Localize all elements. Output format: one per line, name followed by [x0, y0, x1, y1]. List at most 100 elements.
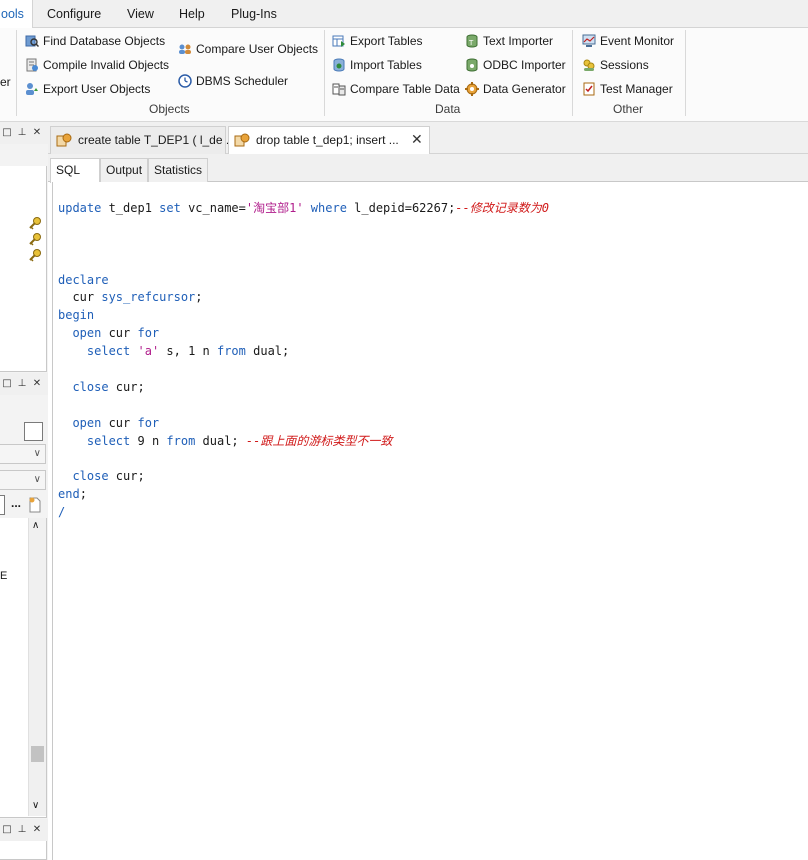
code-line: open cur for	[58, 325, 549, 343]
code-line: ​	[58, 218, 549, 236]
code-token: ;	[79, 487, 87, 502]
compile-icon	[26, 58, 38, 72]
scroll-down-icon[interactable]: ∨	[32, 800, 39, 811]
key-icon	[29, 249, 41, 262]
scroll-thumb[interactable]	[31, 746, 44, 762]
sql-editor[interactable]: update t_dep1 set vc_name='淘宝部1' where l…	[52, 182, 808, 860]
code-token: t_dep1	[101, 201, 160, 215]
code-token: set	[159, 201, 181, 215]
code-token: for	[137, 326, 160, 341]
panel-header: □ ⊥ ✕	[0, 819, 48, 841]
code-token: cur	[101, 415, 138, 430]
tab-plug-ins[interactable]: Plug-Ins	[231, 0, 277, 28]
code-line: update t_dep1 set vc_name='淘宝部1' where l…	[58, 200, 549, 218]
ribbon-separator	[324, 30, 325, 116]
code-token: cur	[101, 326, 138, 341]
panel-pin-button[interactable]: ⊥	[16, 126, 28, 139]
code-token: close	[72, 379, 109, 394]
code-token: --跟上面的游标类型不一致	[245, 433, 393, 448]
key-icon	[29, 217, 41, 230]
export-user-objects-label: Export User Objects	[43, 82, 151, 96]
code-line: ​	[58, 361, 549, 379]
code-token: vc_name=	[180, 201, 246, 215]
search-field[interactable]	[0, 495, 5, 515]
code-token: open	[72, 415, 102, 430]
tab-statistics[interactable]: Statistics	[148, 158, 209, 182]
event-monitor-icon	[582, 34, 596, 47]
new-file-icon[interactable]	[28, 497, 42, 513]
code-token: from	[166, 433, 196, 448]
panel-close-button[interactable]: ✕	[31, 377, 43, 390]
text-importer-label: Text Importer	[483, 34, 554, 48]
panel-close-button[interactable]: ✕	[31, 126, 43, 139]
code-token: update	[58, 201, 102, 215]
chevron-down-icon: ∨	[33, 474, 41, 485]
compile-invalid-objects-label: Compile Invalid Objects	[43, 58, 170, 72]
ribbon-tab-bar: ools Configure View Help Plug-Ins	[0, 0, 808, 29]
panel-close-button[interactable]: ✕	[31, 823, 43, 836]
sessions-icon	[583, 59, 595, 71]
code-line: close cur;	[58, 379, 549, 397]
panel-header: □ ⊥ ✕	[0, 122, 48, 144]
sessions-label: Sessions	[600, 58, 649, 72]
test-manager-icon	[583, 82, 595, 96]
code-token: end	[58, 487, 80, 502]
code-token: ;	[195, 290, 203, 305]
tab-view[interactable]: View	[127, 0, 154, 28]
window-list-panel: E ∧ ∨	[0, 518, 47, 818]
tab-output[interactable]: Output	[100, 158, 149, 182]
ribbon-separator	[685, 30, 686, 116]
code-line: ​	[58, 397, 549, 415]
panel-header: □ ⊥ ✕	[0, 373, 48, 395]
code-token: s, 1 n	[159, 344, 217, 359]
ribbon: er Find Database Objects Compile Invalid…	[0, 28, 808, 122]
panel-toggle-button[interactable]	[24, 422, 43, 441]
code-token: cur;	[108, 379, 145, 394]
ribbon-left-fragment[interactable]: er	[0, 72, 11, 92]
panel-restore-button[interactable]: □	[1, 126, 13, 139]
code-line: ​	[58, 254, 549, 272]
panel-pin-button[interactable]: ⊥	[16, 377, 28, 390]
close-tab-icon[interactable]: ✕	[411, 127, 423, 153]
filter-combo[interactable]: ∨	[0, 470, 46, 490]
tab-configure[interactable]: Configure	[47, 0, 101, 28]
objects-group-label: Objects	[149, 102, 190, 116]
code-token: cur;	[108, 469, 145, 484]
tab-tools[interactable]: ools	[0, 0, 33, 29]
doc-tab-create-table[interactable]: create table T_DEP1 ( l_de ...	[50, 126, 236, 154]
code-token: where	[310, 201, 347, 215]
compare-user-objects-label: Compare User Objects	[196, 42, 319, 56]
code-token: 9 n	[130, 433, 167, 448]
panel-restore-button[interactable]: □	[1, 377, 13, 390]
dbms-scheduler-label: DBMS Scheduler	[196, 74, 289, 88]
code-token: /	[58, 505, 66, 520]
code-token: select	[86, 344, 131, 359]
browse-button[interactable]: ...	[8, 497, 24, 513]
code-line: /	[58, 504, 549, 522]
code-line: close cur;	[58, 468, 549, 486]
tab-sql[interactable]: SQL	[50, 158, 100, 183]
filter-combo[interactable]: ∨	[0, 444, 46, 464]
panel-pin-button[interactable]: ⊥	[16, 823, 28, 836]
tab-help[interactable]: Help	[179, 0, 205, 28]
export-tables-label: Export Tables	[350, 34, 423, 48]
code-token: '淘宝部1'	[245, 201, 304, 215]
document-tab-bar: create table T_DEP1 ( l_de ... drop tabl…	[48, 122, 808, 155]
panel-restore-button[interactable]: □	[1, 823, 13, 836]
scroll-up-icon[interactable]: ∧	[32, 520, 39, 531]
other-group-label: Other	[613, 102, 644, 116]
code-token: begin	[58, 308, 95, 323]
import-tables-label: Import Tables	[350, 58, 422, 72]
bottom-panel	[0, 841, 47, 860]
vertical-scrollbar[interactable]: ∧ ∨	[28, 518, 46, 816]
code-token: open	[72, 326, 102, 341]
code-line: select 'a' s, 1 n from dual;	[58, 343, 549, 361]
doc-tab-drop-table[interactable]: drop table t_dep1; insert ... ✕	[228, 126, 430, 155]
